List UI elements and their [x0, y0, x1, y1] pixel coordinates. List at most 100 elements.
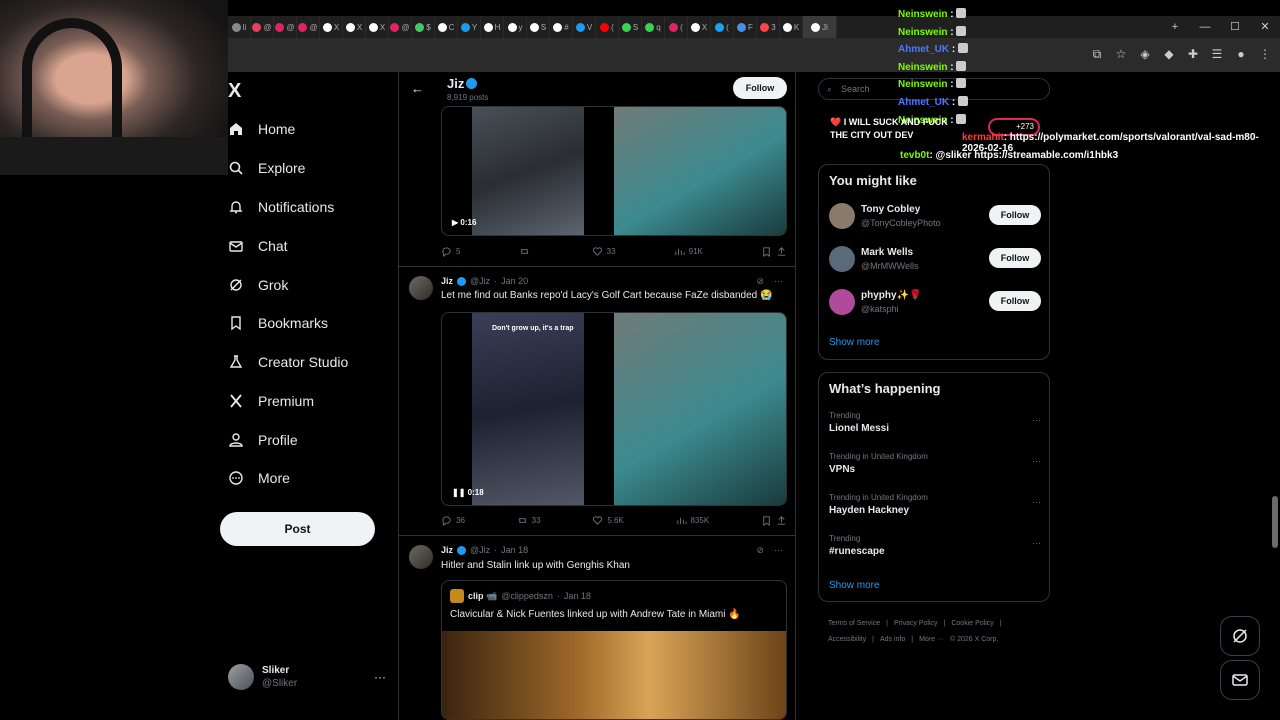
tweet-more-icon[interactable]: ···: [774, 276, 783, 287]
browser-tab[interactable]: H: [481, 16, 504, 38]
suggestion-item[interactable]: Tony Cobley @TonyCobleyPhoto Follow: [829, 201, 1041, 231]
trend-item[interactable]: Trending in United Kingdom VPNs ···: [829, 452, 1041, 482]
tweet-author-name[interactable]: Jiz: [441, 545, 453, 555]
nav-bookmarks[interactable]: Bookmarks: [228, 308, 328, 338]
trend-item[interactable]: Trending in United Kingdom Hayden Hackne…: [829, 493, 1041, 523]
trend-more-icon[interactable]: ···: [1032, 415, 1041, 425]
browser-tab[interactable]: X: [366, 16, 389, 38]
show-more-link[interactable]: Show more: [829, 580, 880, 591]
reply-button[interactable]: 36: [441, 515, 465, 526]
nav-more[interactable]: More: [228, 463, 290, 493]
browser-tab[interactable]: Ji: [803, 16, 837, 38]
chat-row: Neinswein :: [898, 59, 1280, 77]
browser-tab[interactable]: F: [734, 16, 757, 38]
footer-link[interactable]: Cookie Policy: [951, 620, 993, 627]
tweet-author-handle[interactable]: @Jiz: [470, 545, 490, 555]
grok-icon[interactable]: ⊘: [756, 276, 764, 287]
browser-tab[interactable]: (: [711, 16, 734, 38]
trend-more-icon[interactable]: ···: [1032, 497, 1041, 507]
footer-link[interactable]: Ads info: [880, 636, 905, 643]
browser-tab[interactable]: V: [573, 16, 596, 38]
browser-tab[interactable]: @: [251, 16, 274, 38]
browser-tab[interactable]: @: [274, 16, 297, 38]
trend-item[interactable]: Trending #runescape ···: [829, 534, 1041, 564]
browser-tab[interactable]: q: [642, 16, 665, 38]
avatar[interactable]: [409, 545, 433, 569]
browser-tab[interactable]: S: [527, 16, 550, 38]
browser-tab[interactable]: X: [343, 16, 366, 38]
tab-favicon-icon: [415, 22, 425, 32]
footer-link[interactable]: Terms of Service: [828, 620, 880, 627]
suggestion-item[interactable]: phyphy✨🌹 @katsphi Follow: [829, 287, 1041, 317]
chat-user: tevb0t: [900, 150, 930, 161]
nav-creator-studio[interactable]: Creator Studio: [228, 347, 348, 377]
browser-tab[interactable]: 3: [757, 16, 780, 38]
browser-tab[interactable]: @: [389, 16, 412, 38]
grok-floating-button[interactable]: [1220, 616, 1260, 656]
trend-item[interactable]: Trending Lionel Messi ···: [829, 411, 1041, 441]
bookmark-tweet-button[interactable]: [761, 246, 787, 257]
home-icon: [228, 121, 244, 137]
tab-title: V: [586, 22, 593, 32]
tweet-author-name[interactable]: Jiz: [441, 276, 453, 286]
browser-tab[interactable]: (: [665, 16, 688, 38]
quote-tweet[interactable]: clip 📹 @clippedszn · Jan 18 Clavicular &…: [441, 580, 787, 720]
suggestion-item[interactable]: Mark Wells @MrMWWells Follow: [829, 244, 1041, 274]
tweet-more-icon[interactable]: ···: [774, 545, 783, 556]
nav-home[interactable]: Home: [228, 114, 295, 144]
nav-grok[interactable]: Grok: [228, 270, 288, 300]
like-button[interactable]: 33: [592, 246, 616, 257]
browser-tab[interactable]: y: [504, 16, 527, 38]
reply-button[interactable]: 5: [441, 246, 460, 257]
grok-icon[interactable]: ⊘: [756, 545, 764, 556]
browser-tab[interactable]: C: [435, 16, 458, 38]
browser-tab[interactable]: Y: [458, 16, 481, 38]
retweet-button[interactable]: [519, 246, 534, 257]
tweet-media-video[interactable]: ▶ 0:16: [441, 106, 787, 236]
quote-media[interactable]: [442, 631, 786, 719]
follow-button[interactable]: Follow: [989, 205, 1041, 225]
nav-profile[interactable]: Profile: [228, 425, 298, 455]
bookmark-tweet-button[interactable]: [761, 515, 787, 526]
browser-tab[interactable]: #: [550, 16, 573, 38]
footer-link[interactable]: Accessibility: [828, 636, 866, 643]
browser-tab[interactable]: X: [320, 16, 343, 38]
account-switcher[interactable]: Sliker @Sliker ···: [228, 662, 386, 692]
browser-tab[interactable]: li: [228, 16, 251, 38]
follow-button[interactable]: Follow: [989, 248, 1041, 268]
show-more-link[interactable]: Show more: [829, 337, 880, 348]
x-logo-icon[interactable]: X: [228, 80, 241, 103]
tweet-author-handle[interactable]: @Jiz: [470, 276, 490, 286]
trend-more-icon[interactable]: ···: [1032, 538, 1041, 548]
footer-link[interactable]: Privacy Policy: [894, 620, 938, 627]
messages-floating-button[interactable]: [1220, 660, 1260, 700]
retweet-button[interactable]: 33: [517, 515, 541, 526]
follow-button[interactable]: Follow: [989, 291, 1041, 311]
trend-more-icon[interactable]: ···: [1032, 456, 1041, 466]
footer-link[interactable]: More ···: [919, 636, 944, 643]
like-button[interactable]: 5.6K: [592, 515, 624, 526]
browser-tab[interactable]: S: [619, 16, 642, 38]
avatar[interactable]: [409, 276, 433, 300]
nav-explore[interactable]: Explore: [228, 153, 305, 183]
browser-tab[interactable]: K: [780, 16, 803, 38]
page-scrollbar[interactable]: [1272, 496, 1278, 548]
back-arrow-icon[interactable]: ←: [411, 81, 424, 96]
views-button[interactable]: 91K: [674, 246, 703, 257]
tweet-date[interactable]: Jan 20: [501, 276, 528, 286]
browser-tab[interactable]: (: [596, 16, 619, 38]
follow-button[interactable]: Follow: [733, 77, 787, 99]
quote-author-handle: @clippedszn: [501, 591, 553, 601]
nav-chat[interactable]: Chat: [228, 231, 288, 261]
browser-tab[interactable]: X: [688, 16, 711, 38]
tweet-divider: [399, 535, 795, 536]
tweet-media-video[interactable]: Don't grow up, it's a trap ❚❚ 0:18: [441, 312, 787, 506]
tweet-date[interactable]: Jan 18: [501, 545, 528, 555]
nav-premium[interactable]: Premium: [228, 386, 314, 416]
account-more-icon[interactable]: ···: [374, 670, 386, 684]
nav-notifications[interactable]: Notifications: [228, 192, 334, 222]
post-button[interactable]: Post: [220, 512, 375, 546]
browser-tab[interactable]: @: [297, 16, 320, 38]
views-button[interactable]: 835K: [676, 515, 709, 526]
browser-tab[interactable]: $: [412, 16, 435, 38]
